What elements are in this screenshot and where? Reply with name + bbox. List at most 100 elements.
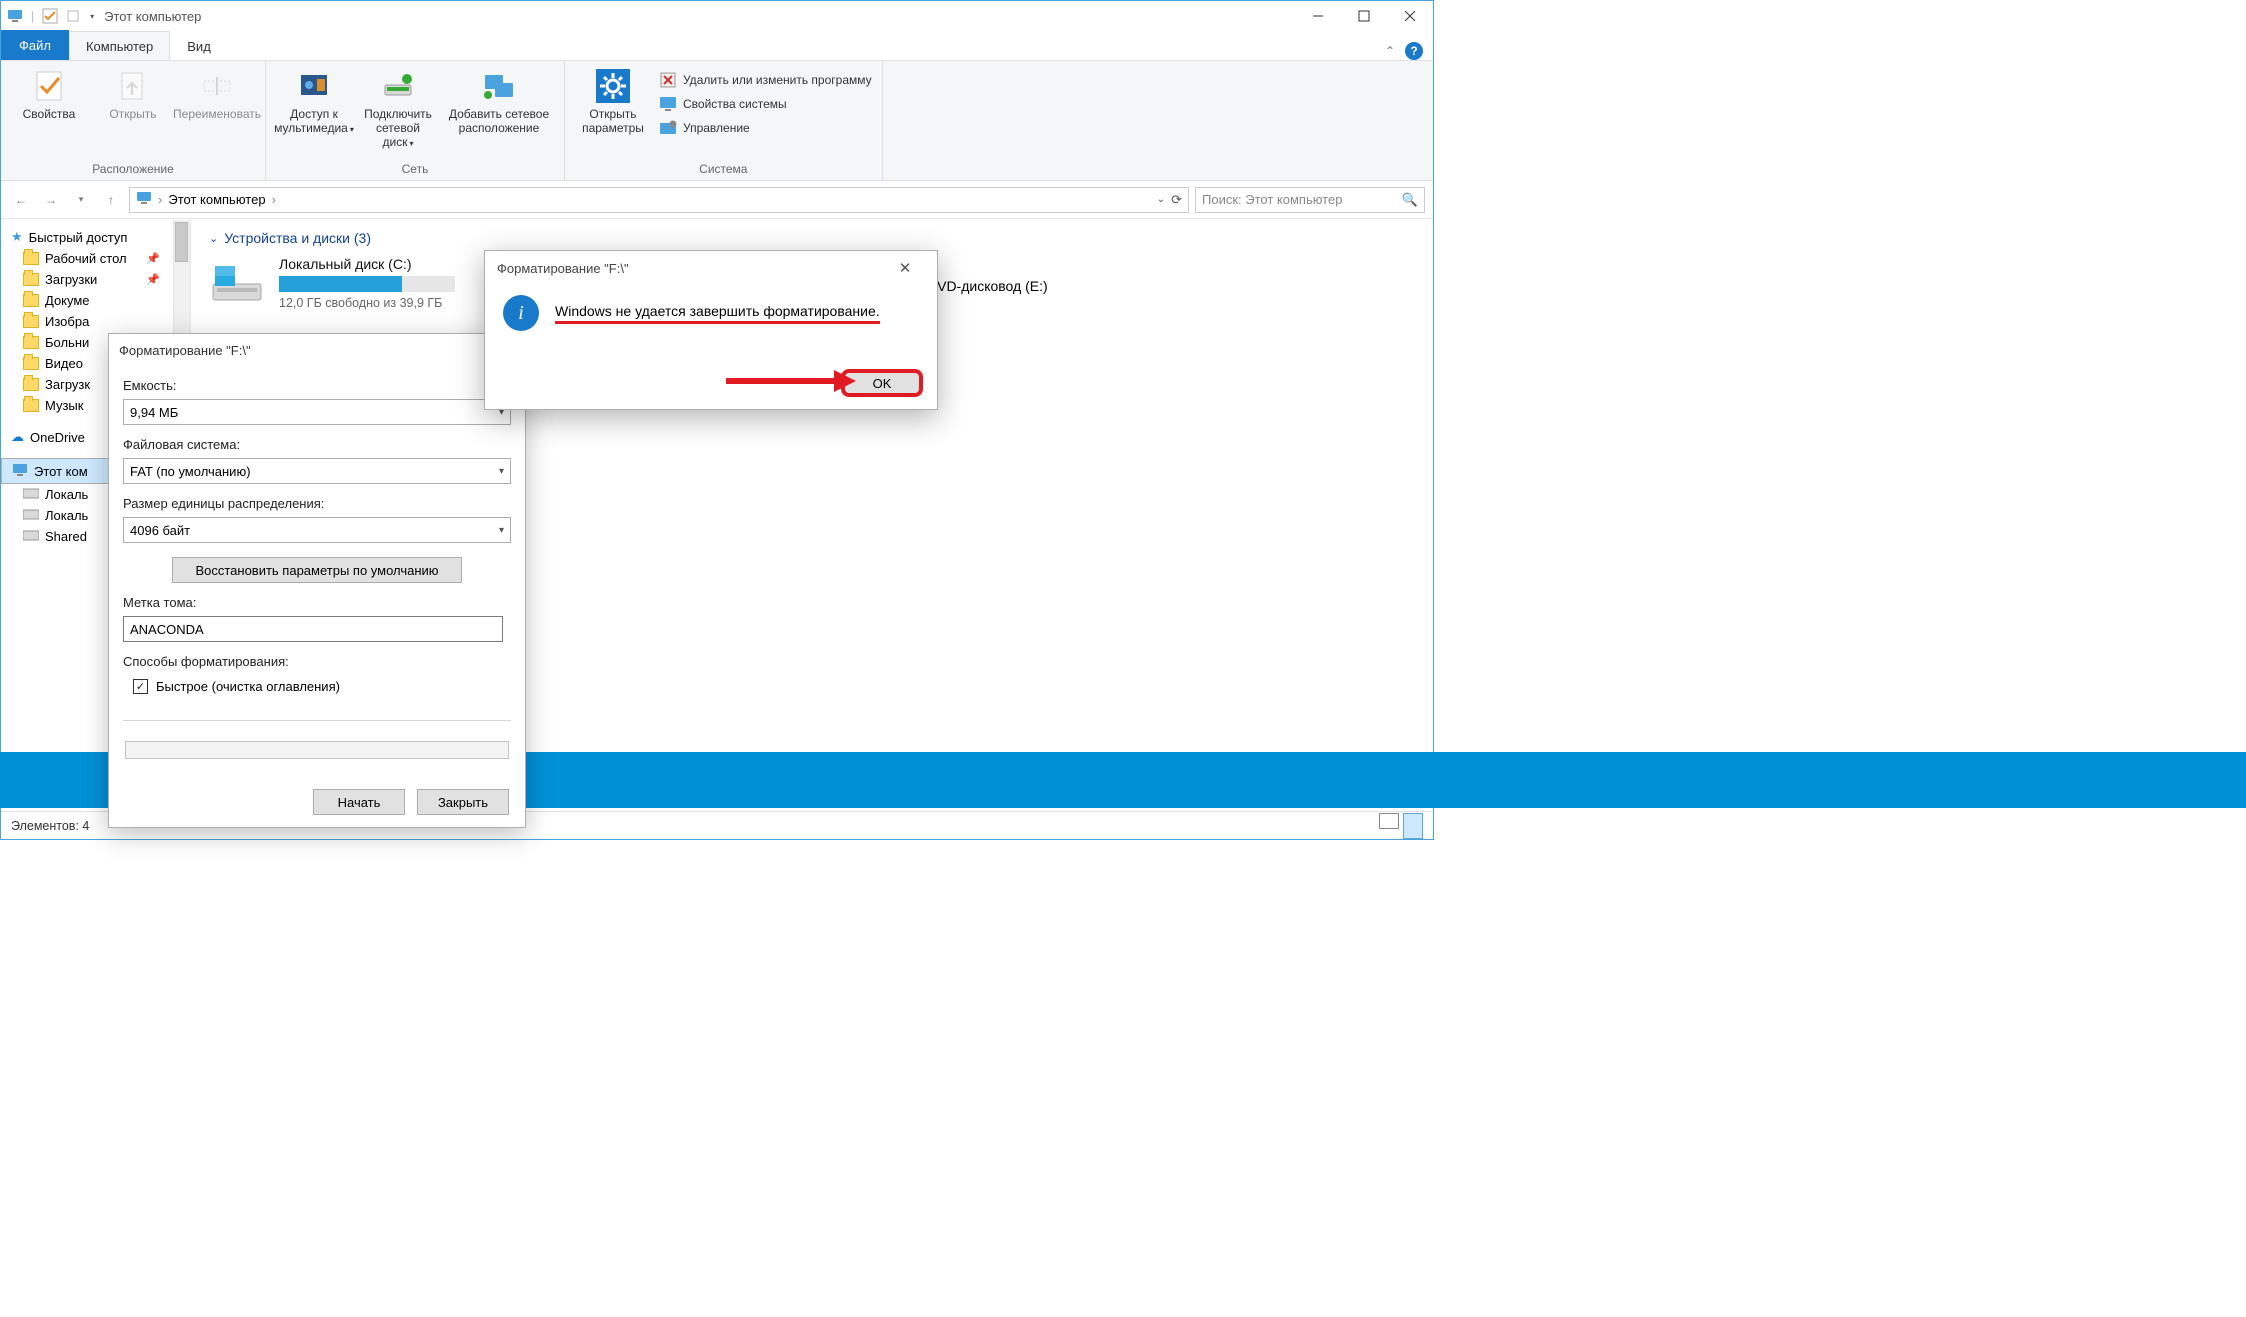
breadcrumb-root[interactable]: Этот компьютер [168,192,265,207]
file-tab[interactable]: Файл [1,30,69,60]
msgbox-title: Форматирование "F:\" [497,261,629,276]
tree-downloads[interactable]: Загрузки📌 [1,269,190,290]
checkmark-icon [32,69,66,103]
close-button[interactable] [1387,1,1433,31]
drive-c-free: 12,0 ГБ свободно из 39,9 ГБ [279,296,442,310]
drive-icon [23,508,39,523]
chevron-down-icon: ▾ [499,466,504,477]
msgbox-close-button[interactable]: ✕ [885,254,925,282]
volume-label-label: Метка тома: [123,595,511,610]
manage-button[interactable]: Управление [659,119,872,137]
open-button: Открыть [95,65,171,121]
separator [123,720,511,721]
address-bar[interactable]: › Этот компьютер › ⌄ ⟳ [129,187,1189,213]
back-button[interactable]: ← [9,188,33,212]
star-icon: ★ [11,229,23,245]
new-folder-qat-icon[interactable] [66,8,82,24]
folder-icon [23,357,39,370]
folder-icon [23,252,39,265]
folder-icon [23,336,39,349]
map-drive-button[interactable]: Подключитьсетевой диск▾ [360,65,436,149]
search-icon: 🔍 [1402,192,1418,208]
computer-tab[interactable]: Компьютер [69,31,170,60]
tree-images[interactable]: Изобра [1,311,190,332]
open-settings-button[interactable]: Открытьпараметры [575,65,651,135]
filesystem-select[interactable]: FAT (по умолчанию)▾ [123,458,511,484]
drive-e[interactable]: DVD-дисковод (E:) [927,278,1048,294]
allocation-label: Размер единицы распределения: [123,496,511,511]
properties-qat-icon[interactable] [42,8,58,24]
group-system-label: Система [575,162,872,178]
view-tab[interactable]: Вид [170,31,228,60]
devices-section-header[interactable]: ⌄ Устройства и диски (3) [209,230,1415,246]
capacity-label: Емкость: [123,378,511,393]
add-network-location-button[interactable]: Добавить сетевоерасположение [444,65,554,135]
tiles-view-icon[interactable] [1403,813,1423,839]
address-dropdown-icon[interactable]: ⌄ [1157,194,1165,205]
tree-documents[interactable]: Докуме [1,290,190,311]
pc-icon [7,8,23,24]
nav-bar: ← → ▾ ↑ › Этот компьютер › ⌄ ⟳ Поиск: Эт… [1,181,1433,219]
network-drive-icon [381,69,415,103]
gear-icon [596,69,630,103]
quick-format-checkbox[interactable]: ✓ Быстрое (очистка оглавления) [123,679,511,694]
hdd-icon [209,262,265,304]
details-view-icon[interactable] [1379,813,1399,829]
drive-c-name: Локальный диск (C:) [279,256,455,272]
pc-icon [136,190,152,209]
capacity-select[interactable]: 9,94 МБ▾ [123,399,511,425]
folder-icon [23,315,39,328]
media-access-button[interactable]: Доступ кмультимедиа▾ [276,65,352,135]
filesystem-label: Файловая система: [123,437,511,452]
manage-icon [659,119,677,137]
folder-icon [23,399,39,412]
qat: | ▾ [1,8,94,24]
recent-dropdown[interactable]: ▾ [69,188,93,212]
start-button[interactable]: Начать [313,789,405,815]
info-icon: i [503,295,539,331]
window-title: Этот компьютер [104,9,201,24]
help-icon[interactable]: ? [1405,42,1423,60]
open-icon [116,69,150,103]
search-input[interactable]: Поиск: Этот компьютер 🔍 [1195,187,1425,213]
search-placeholder: Поиск: Этот компьютер [1202,192,1342,207]
rename-icon [200,69,234,103]
uninstall-program-button[interactable]: Удалить или изменить программу [659,71,872,89]
format-dialog-title: Форматирование "F:\" [109,334,525,366]
collapse-ribbon-icon[interactable]: ⌃ [1385,44,1395,58]
volume-label-input[interactable]: ANACONDA [123,616,503,642]
format-options-label: Способы форматирования: [123,654,511,669]
cloud-icon: ☁ [11,429,24,445]
tree-quick-access[interactable]: ★Быстрый доступ [1,226,190,248]
pc-icon [12,462,28,481]
group-network-label: Сеть [276,162,554,178]
system-properties-button[interactable]: Свойства системы [659,95,872,113]
tree-desktop[interactable]: Рабочий стол📌 [1,248,190,269]
allocation-select[interactable]: 4096 байт▾ [123,517,511,543]
chevron-down-icon: ⌄ [209,232,218,245]
close-format-button[interactable]: Закрыть [417,789,509,815]
chevron-down-icon: ▾ [499,525,504,536]
rename-button: Переименовать [179,65,255,121]
forward-button[interactable]: → [39,188,63,212]
maximize-button[interactable] [1341,1,1387,31]
uninstall-icon [659,71,677,89]
error-messagebox: Форматирование "F:\" ✕ i Windows не удае… [484,250,938,410]
monitor-icon [659,95,677,113]
up-button[interactable]: ↑ [99,188,123,212]
refresh-icon[interactable]: ⟳ [1171,192,1182,208]
folder-icon [23,294,39,307]
properties-button[interactable]: Свойства [11,65,87,121]
media-icon [297,69,331,103]
qat-sep: | [31,9,34,23]
progress-bar [125,741,509,759]
drive-icon [23,529,39,544]
folder-icon [23,378,39,391]
format-dialog: Форматирование "F:\" Емкость: 9,94 МБ▾ Ф… [108,333,526,828]
ok-button[interactable]: OK [841,369,923,397]
minimize-button[interactable] [1295,1,1341,31]
ribbon-tabs: Файл Компьютер Вид ⌃ ? [1,31,1433,61]
qat-dropdown-icon[interactable]: ▾ [90,12,94,21]
drive-icon [23,487,39,502]
restore-defaults-button[interactable]: Восстановить параметры по умолчанию [172,557,462,583]
